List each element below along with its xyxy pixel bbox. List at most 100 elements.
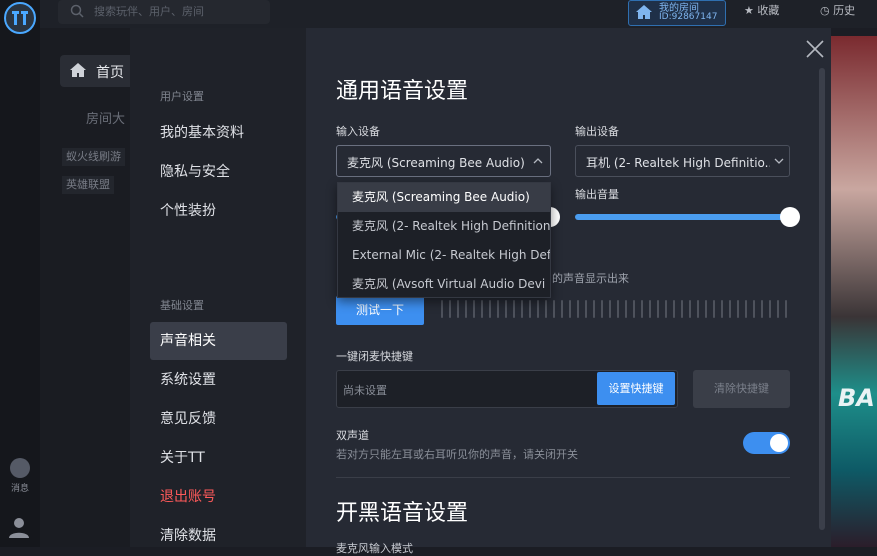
- meter-bar: [529, 300, 531, 318]
- stereo-label: 双声道: [336, 429, 369, 442]
- tt-logo[interactable]: [4, 2, 36, 34]
- meter-bar: [545, 300, 547, 318]
- scrollbar-thumb[interactable]: [819, 68, 825, 530]
- meter-bar: [745, 300, 747, 318]
- sidebar-item-profile[interactable]: 我的基本资料: [150, 114, 287, 152]
- home-icon: [70, 63, 86, 77]
- dropdown-option[interactable]: 麦克风 (Avsoft Virtual Audio Devi: [338, 270, 550, 299]
- meter-bar: [569, 300, 571, 318]
- scrollbar[interactable]: [819, 68, 825, 530]
- stereo-toggle[interactable]: [743, 432, 790, 454]
- meter-bar: [705, 300, 707, 318]
- nav-tag[interactable]: 英雄联盟: [62, 176, 114, 194]
- nav-home[interactable]: 首页: [60, 55, 140, 87]
- sidebar-item-system[interactable]: 系统设置: [150, 361, 287, 399]
- banner-decoration: BA: [838, 384, 875, 412]
- history-link[interactable]: ◷ 历史: [820, 2, 855, 18]
- meter-bar: [585, 300, 587, 318]
- chevron-up-icon: [533, 158, 543, 164]
- mic-level-meter: [441, 300, 789, 318]
- star-icon: ★: [744, 4, 754, 17]
- meter-bar: [513, 300, 515, 318]
- stereo-description: 若对方只能左耳或右耳听见你的声音，请关闭开关: [336, 448, 578, 461]
- mic-input-mode-label: 麦克风输入模式: [336, 542, 413, 555]
- input-device-label: 输入设备: [336, 125, 380, 138]
- clear-hotkey-button[interactable]: 清除快捷键: [693, 370, 790, 408]
- app-rail: 消息: [0, 0, 40, 547]
- output-volume-slider[interactable]: [575, 214, 791, 220]
- set-hotkey-button[interactable]: 设置快捷键: [597, 372, 675, 405]
- nav-home-label: 首页: [96, 65, 124, 81]
- meter-bar: [481, 300, 483, 318]
- close-icon[interactable]: [804, 38, 826, 60]
- search-placeholder: 搜索玩伴、用户、房间: [94, 5, 204, 18]
- meter-bar: [521, 300, 523, 318]
- meter-bar: [561, 300, 563, 318]
- dropdown-option[interactable]: External Mic (2- Realtek High Def: [338, 241, 550, 270]
- meter-bar: [697, 300, 699, 318]
- mic-test-hint: 的声音显示出来: [552, 272, 629, 285]
- meter-bar: [617, 300, 619, 318]
- meter-bar: [449, 300, 451, 318]
- meter-bar: [769, 300, 771, 318]
- clock-icon: ◷: [820, 4, 830, 17]
- meter-bar: [641, 300, 643, 318]
- input-device-value: 麦克风 (Screaming Bee Audio): [347, 156, 525, 170]
- section-divider: [336, 477, 790, 478]
- meter-bar: [737, 300, 739, 318]
- user-icon[interactable]: [8, 516, 30, 538]
- output-device-value: 耳机 (2- Realtek High Definitio...: [586, 156, 770, 170]
- meter-bar: [625, 300, 627, 318]
- sidebar-item-clear-data[interactable]: 清除数据: [150, 517, 287, 555]
- meter-bar: [553, 300, 555, 318]
- meter-bar: [665, 300, 667, 318]
- input-device-select[interactable]: 麦克风 (Screaming Bee Audio): [336, 145, 551, 177]
- my-room-button[interactable]: 我的房间 ID:92867147: [628, 0, 726, 26]
- home-icon: [636, 5, 652, 19]
- favorites-link[interactable]: ★ 收藏: [744, 2, 779, 18]
- main-nav: [40, 28, 140, 547]
- rail-messages[interactable]: 消息: [4, 458, 36, 494]
- settings-sidebar: 用户设置 我的基本资料 隐私与安全 个性装扮 基础设置 声音相关 系统设置 意见…: [130, 28, 306, 547]
- input-device-dropdown: 麦克风 (Screaming Bee Audio) 麦克风 (2- Realte…: [337, 182, 551, 298]
- game-voice-title: 开黑语音设置: [336, 501, 469, 526]
- nav-tag[interactable]: 蚁火线刷游: [62, 148, 125, 166]
- output-device-select[interactable]: 耳机 (2- Realtek High Definitio...: [575, 145, 790, 177]
- meter-bar: [761, 300, 763, 318]
- search-icon: [70, 4, 84, 18]
- dropdown-option[interactable]: 麦克风 (2- Realtek High Definition: [338, 212, 550, 241]
- mute-hotkey-label: 一键闭麦快捷键: [336, 350, 413, 363]
- meter-bar: [577, 300, 579, 318]
- dropdown-option[interactable]: 麦克风 (Screaming Bee Audio): [338, 183, 550, 212]
- meter-bar: [657, 300, 659, 318]
- sidebar-item-privacy[interactable]: 隐私与安全: [150, 153, 287, 191]
- chevron-down-icon: [774, 158, 784, 164]
- meter-bar: [673, 300, 675, 318]
- meter-bar: [465, 300, 467, 318]
- history-label: 历史: [833, 4, 856, 17]
- meter-bar: [689, 300, 691, 318]
- meter-bar: [721, 300, 723, 318]
- banner-image: BA: [830, 36, 877, 547]
- voice-settings-title: 通用语音设置: [336, 79, 469, 104]
- output-volume-handle[interactable]: [780, 207, 800, 227]
- sidebar-item-sound[interactable]: 声音相关: [150, 322, 287, 360]
- meter-bar: [649, 300, 651, 318]
- output-volume-label: 输出音量: [575, 188, 619, 201]
- nav-room-hall[interactable]: 房间大: [62, 108, 125, 127]
- meter-bar: [729, 300, 731, 318]
- meter-bar: [713, 300, 715, 318]
- sidebar-item-feedback[interactable]: 意见反馈: [150, 400, 287, 438]
- search-input[interactable]: 搜索玩伴、用户、房间: [58, 0, 270, 24]
- sidebar-item-about[interactable]: 关于TT: [150, 439, 287, 477]
- meter-bar: [489, 300, 491, 318]
- sidebar-item-decoration[interactable]: 个性装扮: [150, 192, 287, 230]
- section-user-settings: 用户设置: [160, 90, 204, 103]
- meter-bar: [777, 300, 779, 318]
- favorites-label: 收藏: [757, 4, 780, 17]
- meter-bar: [441, 300, 443, 318]
- test-mic-button[interactable]: 测试一下: [336, 296, 424, 325]
- sidebar-item-logout[interactable]: 退出账号: [150, 478, 287, 516]
- meter-bar: [473, 300, 475, 318]
- meter-bar: [601, 300, 603, 318]
